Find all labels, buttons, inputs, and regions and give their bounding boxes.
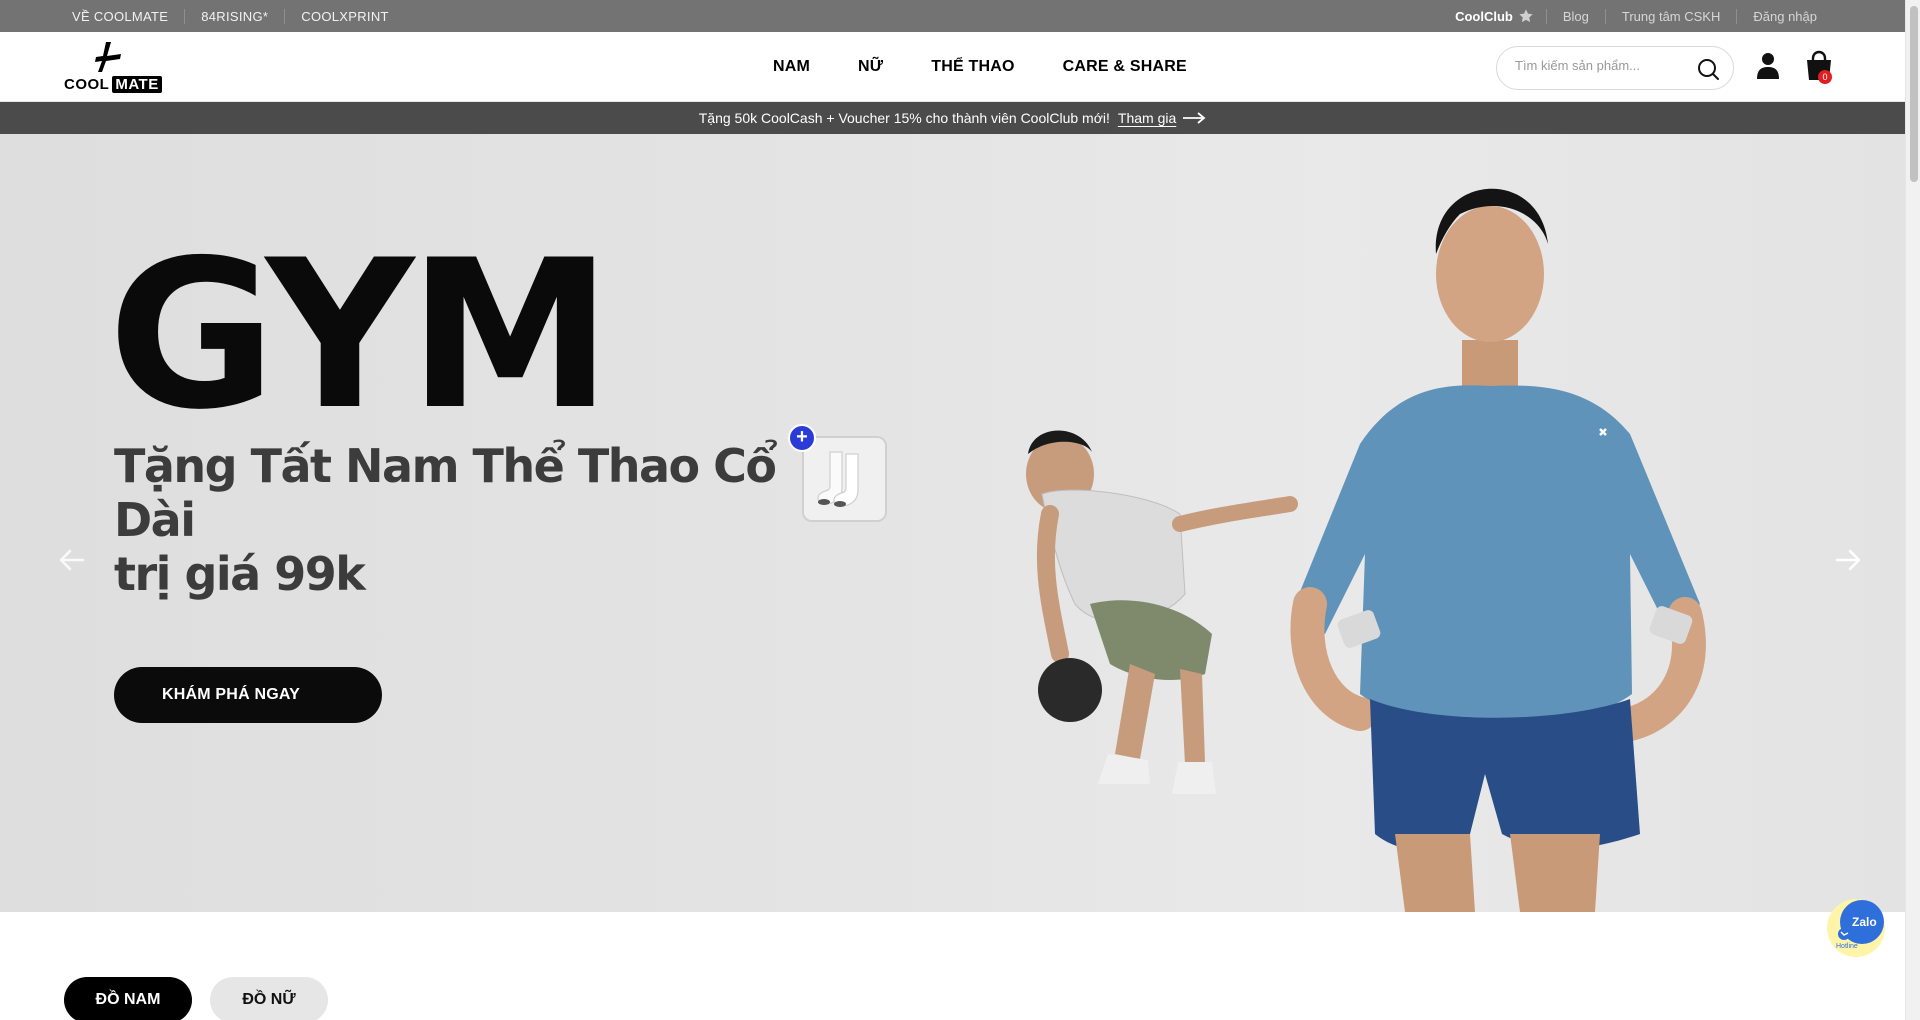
join-club-link[interactable]: Tham gia [1118,110,1206,126]
hero-subtitle-line-1: Tặng Tất Nam Thể Thao Cổ Dài [114,439,777,547]
standing-model-figure [1290,188,1706,912]
84rising-link[interactable]: 84RISING* [184,8,284,24]
promo-banner: Tặng 50k CoolCash + Voucher 15% cho thàn… [0,102,1905,134]
logo-mate-text: MATE [112,76,162,93]
cart-count-badge: 0 [1818,70,1832,84]
about-coolmate-link[interactable]: VỀ COOLMATE [72,9,184,24]
add-gift-plus-button[interactable]: + [788,424,816,452]
coolmate-mark-icon [95,42,121,72]
hero-subtitle-line-2: trị giá 99k [114,547,366,601]
nav-item-care-share[interactable]: CARE & SHARE [1063,58,1187,76]
login-link[interactable]: Đăng nhập [1736,8,1833,24]
coolclub-link[interactable]: CoolClub [1439,8,1546,24]
explore-now-button[interactable]: KHÁM PHÁ NGAY [114,667,382,723]
nav-item-nam[interactable]: NAM [773,58,810,76]
join-club-label: Tham gia [1117,110,1177,126]
socks-image [804,438,885,520]
search-box [1496,46,1734,90]
coolxprint-link[interactable]: COOLXPRINT [284,8,405,24]
blog-link[interactable]: Blog [1545,8,1605,24]
coolclub-label: CoolClub [1455,8,1513,24]
category-tabs: ĐỒ NAM ĐỒ NỮ [64,977,328,1020]
hero-models-image [1026,188,1706,912]
tab-do-nu[interactable]: ĐỒ NỮ [210,977,328,1020]
search-icon[interactable] [1696,57,1720,81]
main-header: COOL MATE NAM NỮ THỂ THAO CARE & SHARE 0 [0,32,1905,102]
star-icon [1519,9,1533,23]
zalo-hotline-widget[interactable]: Zalo Hotline [1826,898,1886,958]
zalo-label: Zalo [1852,915,1877,929]
coolmate-logo[interactable]: COOL MATE [64,40,162,94]
nav-item-the-thao[interactable]: THỂ THAO [931,58,1014,76]
tab-do-nam[interactable]: ĐỒ NAM [64,977,192,1020]
topbar-right-links: CoolClub Blog Trung tâm CSKH Đăng nhập [1439,0,1833,32]
carousel-prev-arrow-icon[interactable] [58,548,86,572]
scrollbar-thumb[interactable] [1910,6,1918,182]
arrow-right-icon [1183,112,1206,124]
hotline-label: Hotline [1836,943,1858,950]
top-utility-bar: VỀ COOLMATE 84RISING* COOLXPRINT CoolClu… [0,0,1905,32]
logo-wordmark: COOL MATE [64,76,162,93]
nav-item-nu[interactable]: NỮ [858,58,883,76]
customer-care-link[interactable]: Trung tâm CSKH [1604,8,1737,24]
page-scrollbar[interactable] [1905,0,1920,1020]
main-nav: NAM NỮ THỂ THAO CARE & SHARE [773,32,1187,102]
gift-sock-thumbnail[interactable] [802,436,887,522]
hero-subtitle: Tặng Tất Nam Thể Thao Cổ Dài trị giá 99k [114,439,814,601]
promo-text: Tặng 50k CoolCash + Voucher 15% cho thàn… [698,110,1110,126]
crouching-model-figure [1026,430,1298,794]
carousel-next-arrow-icon[interactable] [1834,548,1862,572]
user-account-icon[interactable] [1756,52,1780,80]
page: VỀ COOLMATE 84RISING* COOLXPRINT CoolClu… [0,0,1905,1020]
logo-cool-text: COOL [64,76,110,93]
hero-banner: GYM Tặng Tất Nam Thể Thao Cổ Dài trị giá… [0,134,1905,912]
topbar-left-links: VỀ COOLMATE 84RISING* COOLXPRINT [72,0,405,32]
search-input[interactable] [1515,58,1685,73]
hero-title: GYM [108,217,612,455]
